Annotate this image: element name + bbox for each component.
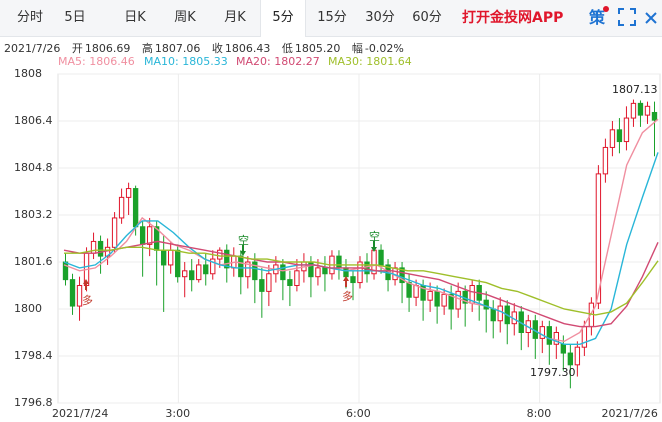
candle[interactable]: [525, 314, 531, 348]
buy-signal-1: 多: [82, 294, 93, 307]
candle[interactable]: [168, 241, 174, 274]
sell-signal-1: 空: [238, 234, 249, 247]
candle[interactable]: [385, 259, 391, 292]
candle[interactable]: [97, 235, 104, 274]
candle[interactable]: [630, 99, 637, 127]
candle[interactable]: [287, 270, 293, 307]
ma-line-ma20: [63, 240, 659, 328]
sell-signal-2: 空: [369, 230, 380, 243]
candle[interactable]: [574, 341, 581, 377]
candle[interactable]: [616, 118, 623, 154]
candle[interactable]: [259, 267, 265, 318]
kline-widget: 分时 5日 日K 周K 月K 5分 15分 30分 60分 打开金投网APP 策…: [0, 0, 662, 422]
candle[interactable]: [532, 314, 538, 359]
candle[interactable]: [553, 326, 560, 359]
candle[interactable]: [245, 256, 251, 289]
buy-signal-2: 多: [342, 290, 353, 303]
candle[interactable]: [357, 256, 363, 289]
candle[interactable]: [139, 220, 146, 277]
candle[interactable]: [651, 101, 658, 157]
candle[interactable]: [182, 262, 188, 298]
candle[interactable]: [90, 232, 97, 260]
candle[interactable]: [62, 253, 69, 286]
candle[interactable]: [602, 138, 609, 183]
candle[interactable]: [623, 106, 630, 151]
candle[interactable]: [399, 262, 405, 304]
candlestick-chart[interactable]: [0, 0, 662, 422]
candle[interactable]: [497, 297, 503, 333]
ma-line-ma10: [63, 152, 659, 345]
candle[interactable]: [609, 121, 616, 157]
candle[interactable]: [189, 259, 195, 292]
candle[interactable]: [490, 300, 496, 339]
candle[interactable]: [476, 279, 482, 321]
low-price-label: 1797.30: [530, 366, 576, 379]
candle[interactable]: [469, 279, 475, 312]
ma-line-ma5: [63, 118, 659, 343]
candle[interactable]: [462, 285, 468, 327]
buy-arrow-icon: [343, 276, 349, 287]
candle[interactable]: [378, 244, 384, 274]
candle[interactable]: [483, 291, 489, 333]
candle[interactable]: [518, 306, 524, 351]
candle[interactable]: [364, 253, 370, 283]
candle[interactable]: [196, 259, 202, 283]
candle[interactable]: [539, 320, 545, 354]
candle[interactable]: [160, 235, 167, 312]
candle[interactable]: [125, 182, 132, 215]
candle[interactable]: [504, 300, 510, 345]
candle[interactable]: [322, 256, 328, 292]
candle[interactable]: [301, 253, 307, 283]
high-price-label: 1807.13: [612, 83, 658, 96]
candle[interactable]: [637, 100, 644, 127]
candle[interactable]: [118, 188, 125, 224]
candle[interactable]: [280, 259, 286, 301]
candle[interactable]: [546, 320, 552, 365]
